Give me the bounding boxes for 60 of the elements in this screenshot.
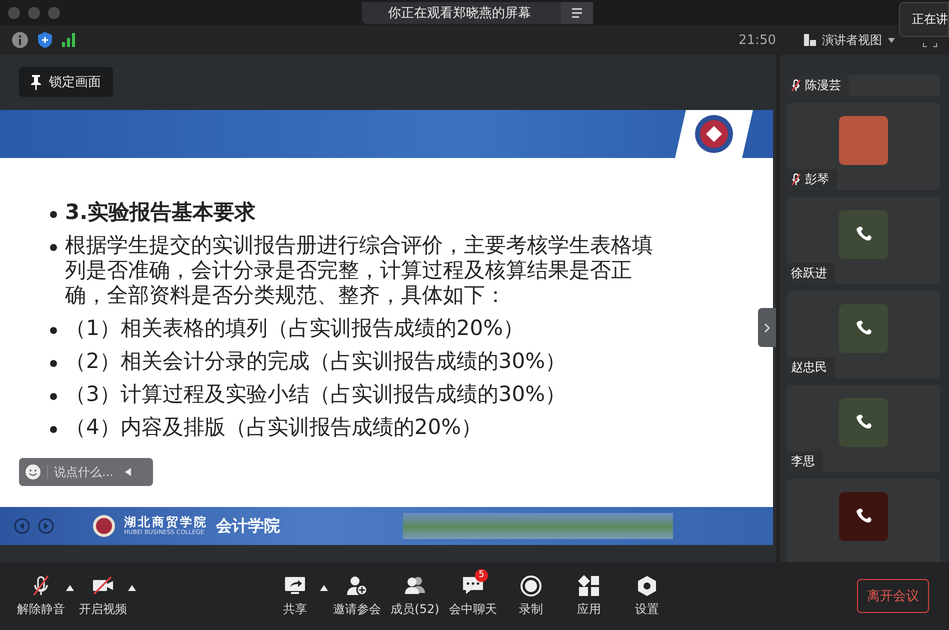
participant-name: 徐跃进 <box>791 265 827 282</box>
participant-name: 陈漫芸 <box>805 77 841 94</box>
caret-icon[interactable] <box>320 584 328 590</box>
people-icon <box>404 574 426 596</box>
bullet-dot <box>50 327 57 334</box>
bullet-text: 根据学生提交的实训报告册进行综合评价，主要考核学生表格填列是否准确，会计分录是否完整，计算过程及核算结果是否正确，全部资料是否分类规范、整齐，具体如下： <box>65 233 654 308</box>
college-seal-icon <box>92 514 116 538</box>
info-icon[interactable] <box>12 32 28 48</box>
menu-icon[interactable] <box>571 8 583 18</box>
bullet-text: （1）相关表格的填列（占实训报告成绩的20%） <box>65 316 524 341</box>
window-title: 你正在观看郑晓燕的屏幕 <box>387 4 532 22</box>
bullet-dot <box>50 244 57 251</box>
bullet-dot <box>50 426 57 433</box>
toolbar-button[interactable]: 共享 <box>266 574 324 618</box>
toolbar-button[interactable]: 应用 <box>560 574 618 618</box>
chat-input-bar[interactable]: 说点什么... <box>19 458 153 486</box>
apps-icon <box>578 574 600 596</box>
signal-icon <box>62 33 76 47</box>
caret-icon <box>888 38 895 42</box>
layout-icon <box>804 34 816 46</box>
slide-heading: 3.实验报告基本要求 <box>65 200 256 225</box>
toolbar-button[interactable]: 设置 <box>618 574 676 618</box>
video-off-icon <box>92 574 114 596</box>
toolbar-button[interactable]: 开启视频 <box>74 574 132 618</box>
screen-share-icon <box>284 574 306 596</box>
avatar-photo-placeholder <box>839 116 888 165</box>
caret-icon[interactable] <box>128 584 136 590</box>
panel-toggle-handle[interactable] <box>758 308 776 347</box>
toolbar-button[interactable]: 成员(52) <box>386 574 444 618</box>
bullet-text: （4）内容及排版（占实训报告成绩的20%） <box>65 415 482 440</box>
smiley-icon <box>25 464 41 480</box>
collapse-arrow-icon[interactable] <box>125 468 131 476</box>
speaker-tooltip: 正在讲 <box>899 2 949 37</box>
lock-screen-button[interactable]: 锁定画面 <box>19 67 113 97</box>
chevron-icon <box>764 322 770 332</box>
department-name: 会计学院 <box>216 516 280 536</box>
pin-icon <box>31 74 41 90</box>
participant-name: 彭琴 <box>805 171 829 188</box>
school-emblem-icon <box>694 114 734 154</box>
college-name: 湖北商贸学院 <box>124 516 208 528</box>
shield-icon[interactable] <box>38 32 52 48</box>
caret-icon[interactable] <box>66 584 74 590</box>
toolbar-button[interactable]: 邀请参会 <box>328 574 386 618</box>
chat-input-field[interactable]: 说点什么... <box>47 465 119 479</box>
leave-meeting-button[interactable]: 离开会议 <box>857 579 929 613</box>
toolbar-button[interactable]: 录制 <box>502 574 560 618</box>
settings-icon <box>636 574 658 596</box>
bullet-dot <box>50 211 57 218</box>
bullet-text: （2）相关会计分录的完成（占实训报告成绩的30%） <box>65 349 566 374</box>
participant-name: 赵忠民 <box>791 359 827 376</box>
add-person-icon <box>346 574 368 596</box>
notification-badge: 5 <box>475 568 488 582</box>
bullet-text: （3）计算过程及实验小结（占实训报告成绩的30%） <box>65 382 566 407</box>
toolbar-button[interactable]: 解除静音 <box>12 574 70 618</box>
bullet-dot <box>50 360 57 367</box>
view-menu-button[interactable]: 演讲者视图 <box>804 32 895 48</box>
bullet-dot <box>50 393 57 400</box>
record-icon <box>520 574 542 596</box>
clock-time: 21:50 <box>738 32 776 48</box>
participant-name: 李思 <box>791 453 815 470</box>
